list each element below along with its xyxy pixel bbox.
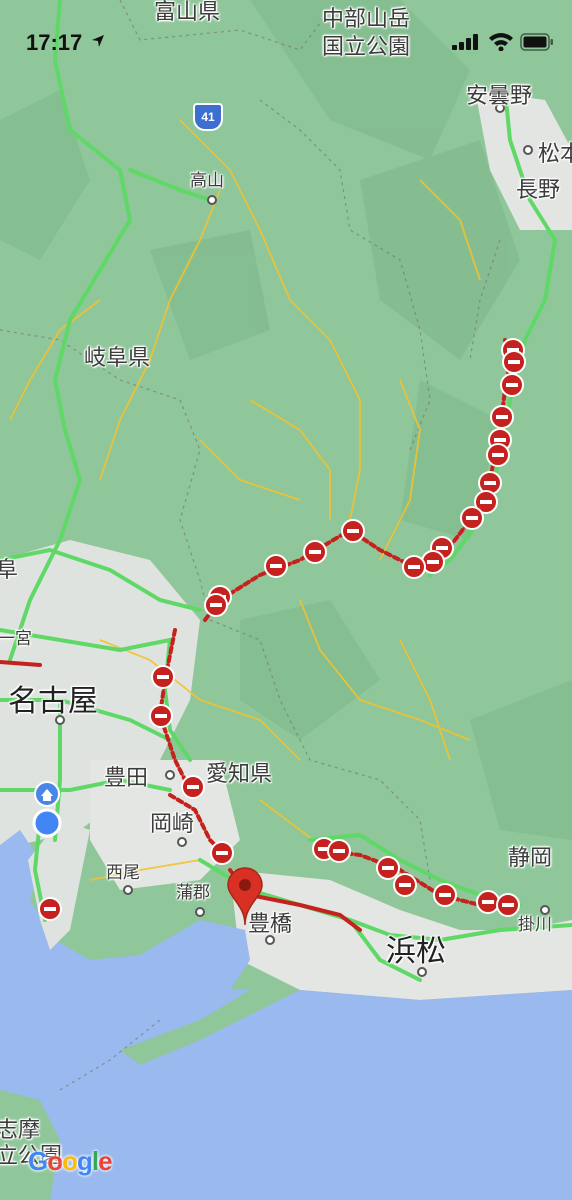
road-closure-icon[interactable]: [393, 873, 417, 897]
label-matsumoto: 松本: [538, 142, 572, 167]
label-ichinomiya: 一宮: [0, 629, 32, 649]
road-closure-icon[interactable]: [327, 839, 351, 863]
road-closure-icon[interactable]: [149, 704, 173, 728]
road-closure-icon[interactable]: [376, 856, 400, 880]
cellular-signal-icon: [452, 34, 478, 50]
map-canvas[interactable]: [0, 0, 572, 1200]
road-closure-icon[interactable]: [433, 883, 457, 907]
battery-icon: [520, 33, 553, 51]
road-closure-icon[interactable]: [486, 443, 510, 467]
label-hamamatsu: 浜松: [386, 934, 446, 969]
label-toyota: 豊田: [104, 766, 149, 791]
label-gifu: 阜: [0, 558, 19, 583]
wifi-icon: [489, 33, 513, 51]
road-closure-icon[interactable]: [496, 893, 520, 917]
home-icon[interactable]: [34, 781, 60, 807]
label-kakegawa: 掛川: [518, 915, 552, 935]
road-closure-icon[interactable]: [204, 593, 228, 617]
label-takayama: 高山: [190, 171, 224, 191]
label-toyohashi: 豊橋: [248, 912, 293, 937]
route-41-shield: 41: [193, 103, 223, 131]
road-closure-icon[interactable]: [460, 506, 484, 530]
location-arrow-icon: [92, 35, 104, 47]
status-time: 17:17: [26, 30, 83, 55]
current-location-icon[interactable]: [32, 808, 62, 838]
label-shizuoka: 静岡: [508, 846, 553, 871]
road-closure-icon[interactable]: [490, 405, 514, 429]
road-closure-icon[interactable]: [38, 897, 62, 921]
road-closure-icon[interactable]: [500, 373, 524, 397]
road-closure-icon[interactable]: [341, 519, 365, 543]
road-closure-icon[interactable]: [210, 841, 234, 865]
label-gamagori: 蒲郡: [176, 883, 210, 903]
road-closure-icon[interactable]: [264, 554, 288, 578]
label-gifu-pref: 岐阜県: [84, 346, 151, 371]
road-closure-icon[interactable]: [502, 350, 526, 374]
road-closure-icon[interactable]: [151, 665, 175, 689]
road-closure-icon[interactable]: [476, 890, 500, 914]
label-nagano: 長野: [516, 178, 561, 203]
status-bar: 17:17: [0, 0, 572, 86]
road-closure-icon[interactable]: [402, 555, 426, 579]
label-nagoya: 名古屋: [8, 684, 98, 719]
label-nishio: 西尾: [106, 863, 140, 883]
label-okazaki: 岡崎: [150, 812, 195, 837]
road-closure-icon[interactable]: [181, 775, 205, 799]
road-closure-icon[interactable]: [303, 540, 327, 564]
google-logo: Google: [28, 1146, 113, 1176]
label-aichi-pref: 愛知県: [206, 762, 273, 787]
